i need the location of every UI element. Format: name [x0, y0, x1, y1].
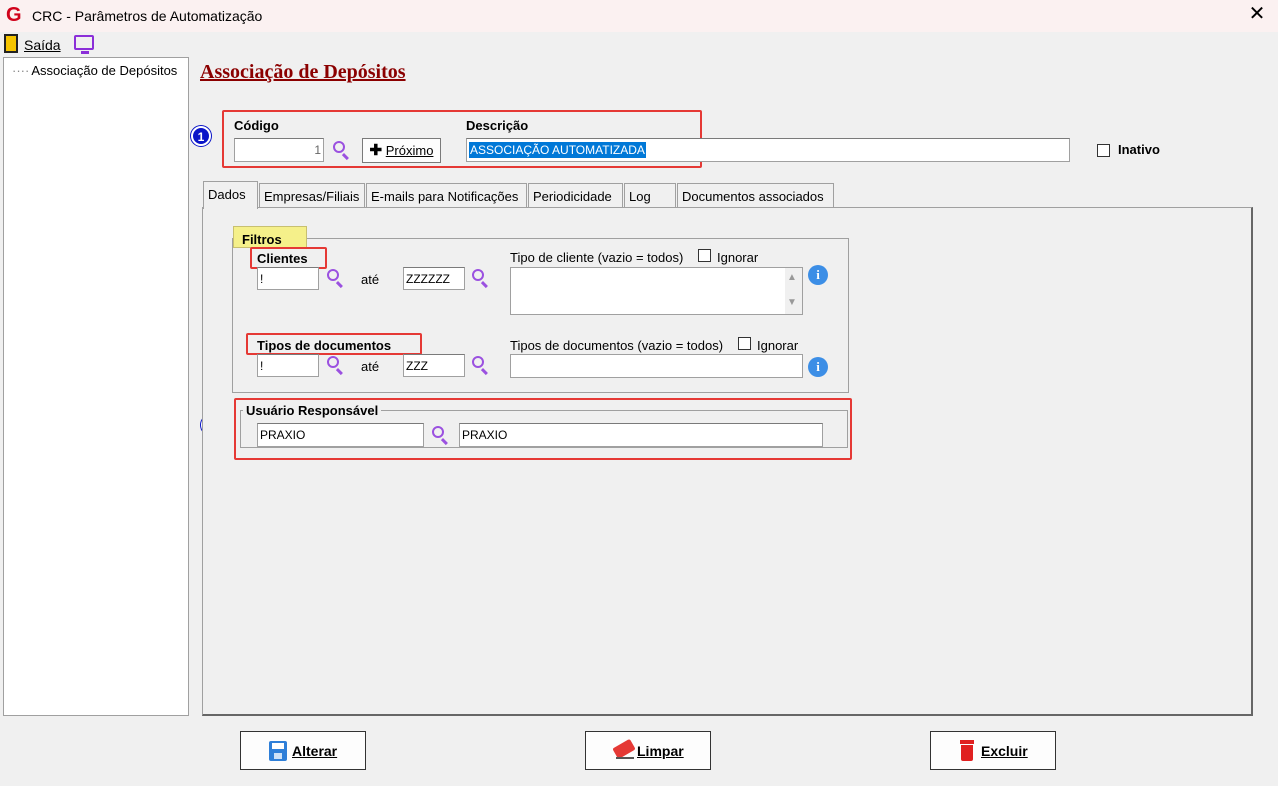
search-icon[interactable] — [470, 354, 492, 376]
tipo-cliente-ignore-checkbox[interactable] — [698, 249, 711, 262]
menu-bar — [0, 32, 1278, 56]
navigation-tree — [3, 57, 189, 716]
tab-dados[interactable]: Dados — [203, 181, 258, 209]
clientes-to-input[interactable]: ZZZZZZ — [403, 267, 465, 290]
exit-menu-item[interactable]: Saída — [24, 37, 61, 53]
tipos-documentos-label: Tipos de documentos — [257, 338, 392, 353]
codigo-label: Código — [234, 118, 279, 133]
clientes-ate-label: até — [361, 272, 380, 287]
eraser-line — [616, 757, 634, 759]
responsavel-name-input: PRAXIO — [459, 423, 823, 447]
excluir-label: Excluir — [981, 743, 1028, 759]
search-icon[interactable] — [325, 354, 347, 376]
tipo-cliente-label: Tipo de cliente (vazio = todos) — [510, 250, 684, 265]
info-icon[interactable]: i — [808, 357, 828, 377]
inativo-label: Inativo — [1118, 142, 1160, 157]
info-icon[interactable]: i — [808, 265, 828, 285]
scroll-down-icon[interactable]: ▼ — [787, 297, 797, 308]
tipos-documentos-ignore-label: Ignorar — [757, 338, 799, 353]
tipos-documentos-list-label: Tipos de documentos (vazio = todos) — [510, 338, 724, 353]
inativo-checkbox[interactable] — [1097, 144, 1110, 157]
plus-icon: ✚ — [369, 142, 383, 159]
search-icon[interactable] — [470, 267, 492, 289]
save-icon — [269, 741, 287, 761]
search-icon[interactable] — [325, 267, 347, 289]
exit-door-icon[interactable] — [4, 34, 18, 53]
descricao-value: ASSOCIAÇÃO AUTOMATIZADA — [469, 142, 646, 158]
tab-empresas-filiais[interactable]: Empresas/Filiais — [259, 183, 365, 208]
codigo-input[interactable]: 1 — [234, 138, 324, 162]
tipo-cliente-ignore-label: Ignorar — [717, 250, 759, 265]
clientes-label: Clientes — [257, 251, 308, 266]
window-title: CRC - Parâmetros de Automatização — [32, 8, 263, 24]
alterar-button[interactable]: Alterar — [240, 731, 366, 770]
filters-caption: Filtros — [242, 232, 282, 247]
clientes-from-input[interactable]: ! — [257, 267, 319, 290]
scroll-up-icon[interactable]: ▲ — [787, 272, 797, 283]
monitor-icon[interactable] — [74, 35, 94, 54]
tipo-cliente-list[interactable] — [510, 267, 803, 315]
limpar-button[interactable]: Limpar — [585, 731, 711, 770]
tipos-documentos-ate-label: até — [361, 359, 380, 374]
page-title: Associação de Depósitos — [200, 61, 406, 83]
app-logo-icon: G — [6, 4, 22, 26]
search-icon[interactable] — [331, 139, 353, 161]
excluir-button[interactable]: Excluir — [930, 731, 1056, 770]
descricao-label: Descrição — [466, 118, 529, 133]
tab-emails-notificacoes[interactable]: E-mails para Notificações — [366, 183, 527, 208]
tipos-documentos-ignore-checkbox[interactable] — [738, 337, 751, 350]
tipos-documentos-from-input[interactable]: ! — [257, 354, 319, 377]
search-icon[interactable] — [430, 424, 452, 446]
responsavel-caption: Usuário Responsável — [243, 403, 382, 418]
descricao-input[interactable]: ASSOCIAÇÃO AUTOMATIZADA — [466, 138, 1070, 162]
tab-periodicidade[interactable]: Periodicidade — [528, 183, 623, 208]
close-icon[interactable]: ✕ — [1246, 4, 1268, 26]
next-button[interactable]: ✚ Próximo — [362, 138, 441, 163]
alterar-label: Alterar — [292, 743, 338, 759]
responsavel-code-input[interactable]: PRAXIO — [257, 423, 424, 447]
tipos-documentos-to-input[interactable]: ZZZ — [403, 354, 465, 377]
step-marker-1: 1 — [191, 126, 211, 146]
tipos-documentos-list[interactable] — [510, 354, 803, 378]
next-button-label: Próximo — [385, 143, 434, 158]
tree-item-associacao-depositos[interactable]: ···· Associação de Depósitos — [12, 63, 177, 78]
tree-item-label: Associação de Depósitos — [31, 63, 178, 78]
tab-documentos-associados[interactable]: Documentos associados — [677, 183, 834, 208]
limpar-label: Limpar — [637, 743, 684, 759]
exit-label: Saída — [24, 37, 61, 53]
tab-log[interactable]: Log — [624, 183, 676, 208]
trash-icon — [960, 740, 974, 761]
